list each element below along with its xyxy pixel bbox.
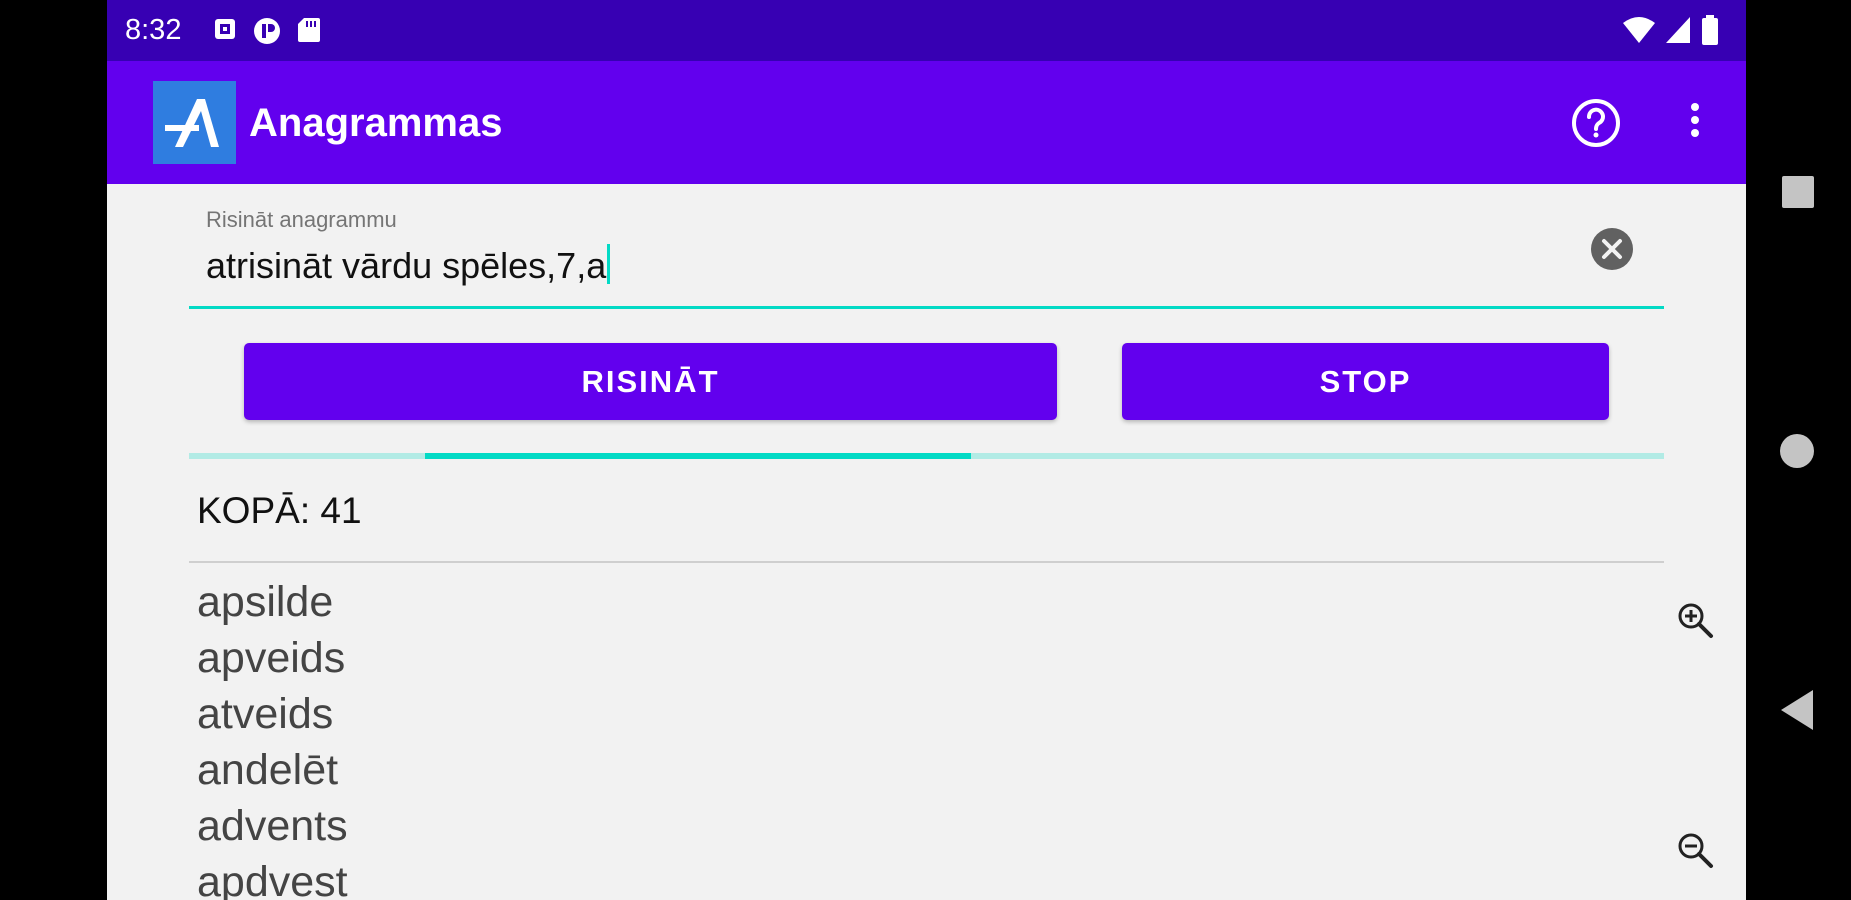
zoom-in-icon[interactable] — [1675, 600, 1715, 640]
anagram-input[interactable]: atrisināt vārdu spēles,7,a — [206, 244, 611, 287]
results-list: apsilde apveids atveids andelēt advents … — [197, 574, 348, 900]
app-bar: Anagrammas — [107, 61, 1746, 184]
signal-icon — [1664, 15, 1692, 50]
anagram-input-label: Risināt anagrammu — [206, 207, 397, 232]
status-bar: 8:32 — [107, 0, 1746, 61]
app-notification-icon — [252, 16, 282, 51]
anagram-logo-icon — [153, 81, 236, 164]
text-cursor — [607, 244, 611, 284]
sd-card-icon — [296, 16, 322, 51]
app-screen: 8:32 Anagrammas Risināt anagrammu atrisi… — [107, 0, 1746, 900]
help-icon[interactable] — [1570, 97, 1622, 149]
home-icon[interactable] — [1780, 434, 1814, 468]
list-item[interactable]: apsilde — [197, 574, 348, 630]
battery-icon — [1700, 14, 1720, 51]
stop-button[interactable]: STOP — [1122, 343, 1609, 420]
list-item[interactable]: apveids — [197, 630, 348, 686]
anagram-input-text: atrisināt vārdu spēles,7,a — [206, 245, 607, 286]
input-underline — [189, 306, 1664, 309]
back-icon[interactable] — [1781, 690, 1813, 730]
results-total: KOPĀ: 41 — [197, 490, 362, 531]
screenshot-icon — [212, 16, 238, 51]
progress-indicator — [425, 453, 971, 459]
clear-input-icon[interactable] — [1590, 227, 1634, 271]
list-item[interactable]: apdvest — [197, 854, 348, 900]
zoom-out-icon[interactable] — [1675, 830, 1715, 870]
list-item[interactable]: atveids — [197, 686, 348, 742]
overflow-menu-icon[interactable] — [1685, 97, 1705, 149]
progress-bar — [189, 453, 1664, 459]
solve-button[interactable]: RISINĀT — [244, 343, 1057, 420]
list-item[interactable]: advents — [197, 798, 348, 854]
wifi-icon — [1622, 15, 1656, 50]
recents-icon[interactable] — [1782, 176, 1814, 208]
app-title: Anagrammas — [249, 101, 503, 145]
list-item[interactable]: andelēt — [197, 742, 348, 798]
status-time: 8:32 — [125, 14, 182, 46]
results-divider — [189, 561, 1664, 563]
system-nav-bar — [1746, 0, 1851, 900]
